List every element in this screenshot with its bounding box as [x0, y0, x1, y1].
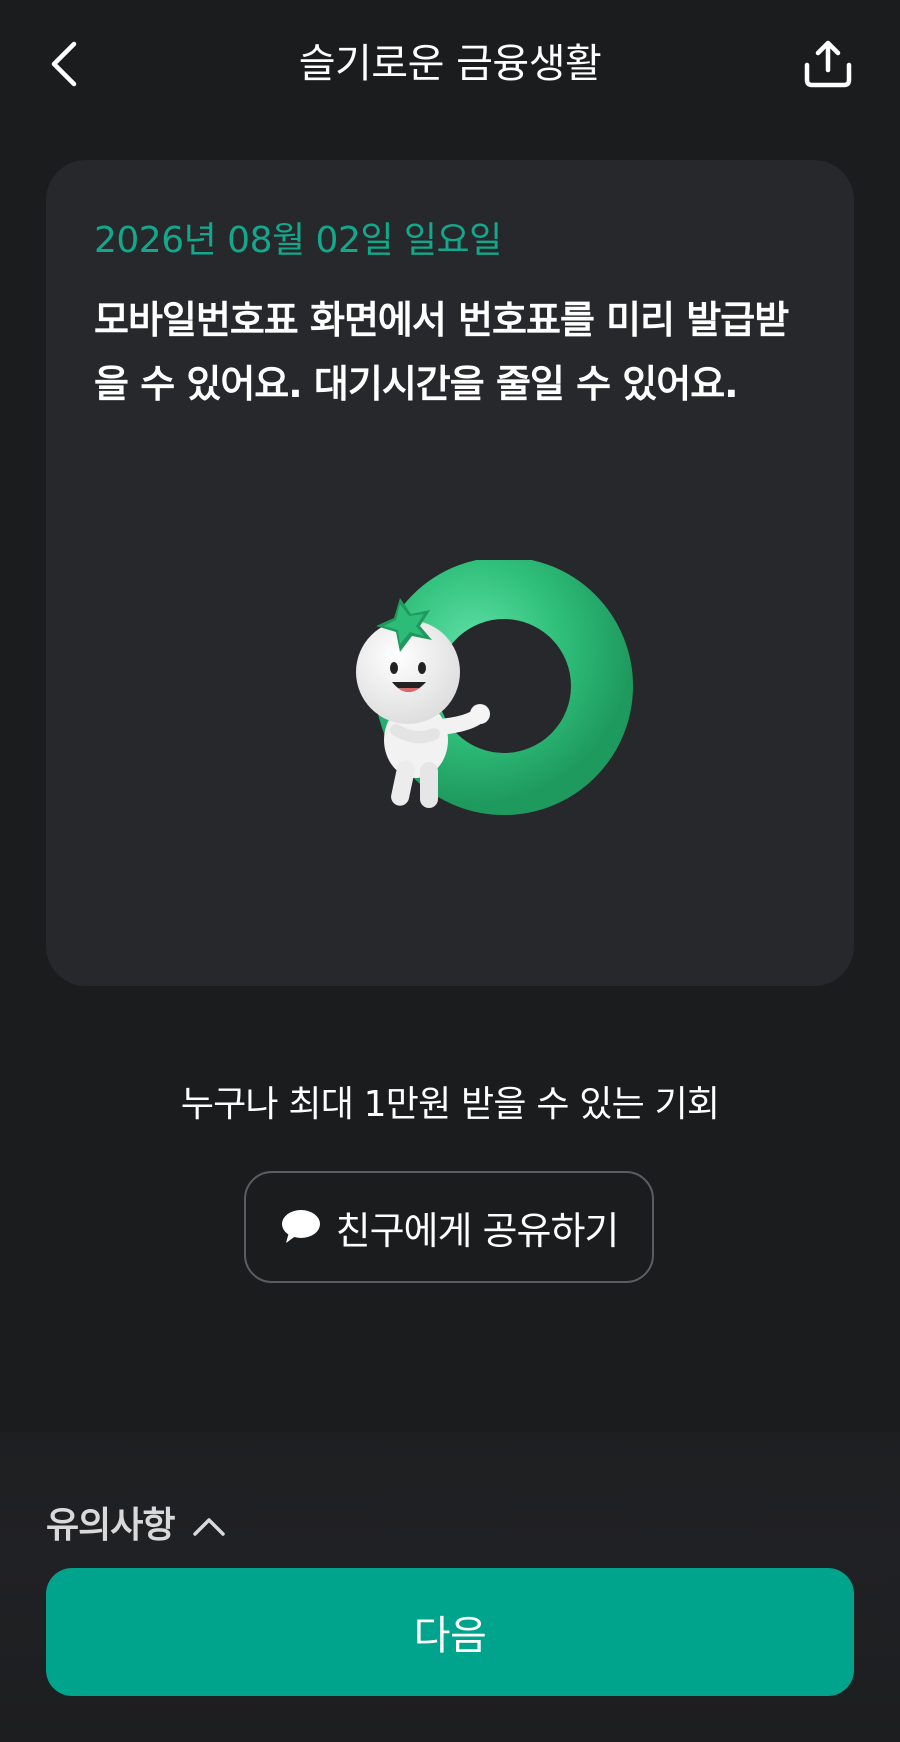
tip-card: 2026년 08월 02일 일요일 모바일번호표 화면에서 번호표를 미리 발급… — [46, 160, 854, 986]
upload-share-icon — [804, 40, 852, 88]
next-button[interactable]: 다음 — [46, 1568, 854, 1696]
share-with-friend-button[interactable]: 친구에게 공유하기 — [244, 1171, 654, 1283]
share-with-friend-label: 친구에게 공유하기 — [335, 1208, 620, 1253]
chat-bubble-icon — [281, 1210, 320, 1243]
top-app-bar: 슬기로운 금융생활 — [0, 0, 900, 130]
chevron-up-icon — [193, 1518, 226, 1536]
notice-toggle[interactable]: 유의사항 — [46, 1502, 226, 1550]
next-button-label: 다음 — [413, 1613, 487, 1659]
card-message: 모바일번호표 화면에서 번호표를 미리 발급받을 수 있어요. 대기시간을 줄일… — [94, 298, 789, 406]
share-button[interactable] — [800, 36, 856, 92]
bottom-panel: 유의사항 다음 — [0, 1432, 900, 1742]
notice-label: 유의사항 — [46, 1505, 175, 1546]
page-title: 슬기로운 금융생활 — [298, 41, 602, 87]
mascot-illustration — [356, 560, 633, 815]
promo-text: 누구나 최대 1만원 받을 수 있는 기회 — [180, 1084, 720, 1125]
card-date: 2026년 08월 02일 일요일 — [94, 220, 502, 261]
